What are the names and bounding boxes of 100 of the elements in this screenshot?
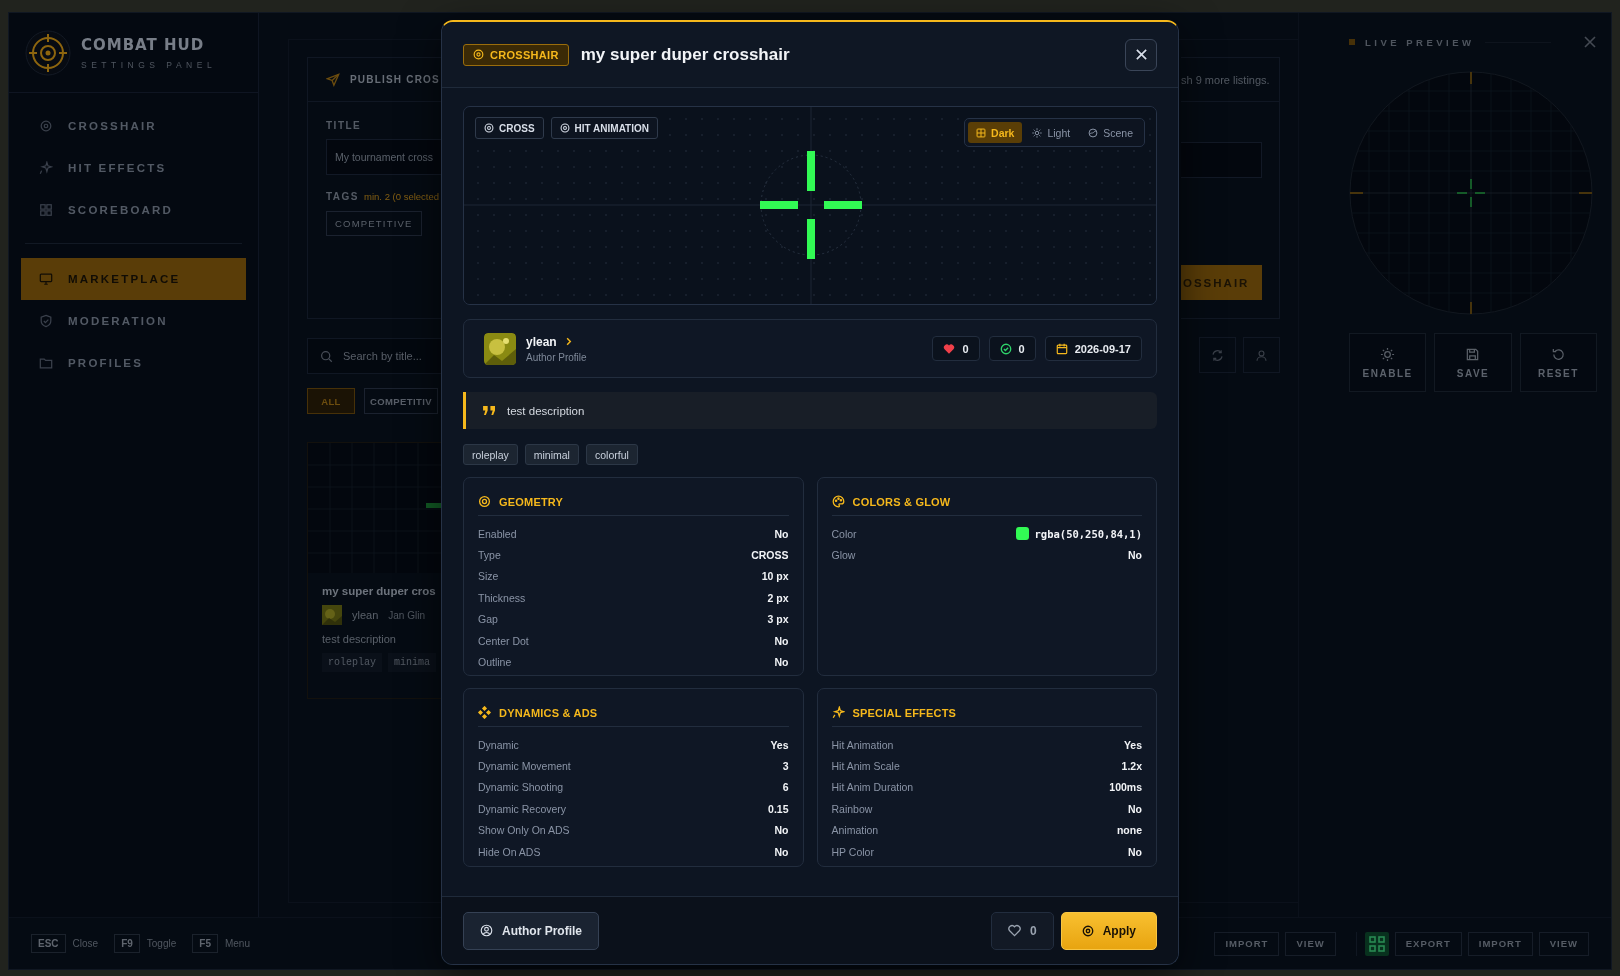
background-toggle[interactable]: Light bbox=[1024, 122, 1079, 143]
tag: minimal bbox=[524, 444, 579, 465]
setting-label: Hit Anim Scale bbox=[831, 760, 900, 773]
setting-label: Type bbox=[478, 549, 501, 562]
setting-label: Thickness bbox=[478, 591, 526, 604]
monitor-icon bbox=[39, 272, 53, 286]
like-button[interactable]: 0 bbox=[990, 911, 1054, 950]
brand-title: COMBAT HUD bbox=[81, 35, 206, 54]
setting-value: No bbox=[774, 527, 789, 540]
nav-item[interactable]: MARKETPLACE bbox=[21, 258, 246, 300]
grid-icon[interactable] bbox=[1364, 931, 1389, 956]
panel-button[interactable]: RESET bbox=[1519, 333, 1597, 392]
type-chip: CROSS bbox=[475, 117, 544, 139]
tag: colorful bbox=[585, 444, 638, 465]
category-badge: CROSSHAIR bbox=[463, 43, 569, 66]
input-field[interactable] bbox=[1181, 142, 1262, 178]
quote-icon bbox=[482, 405, 497, 416]
nav-item[interactable]: HIT EFFECTS bbox=[21, 147, 246, 189]
crosshair-icon bbox=[559, 123, 570, 133]
tag: roleplay bbox=[463, 444, 518, 465]
setting-label: Enabled bbox=[478, 527, 517, 540]
panel-button[interactable]: ENABLE bbox=[1349, 333, 1427, 392]
section-title: SPECIAL EFFECTS bbox=[852, 706, 957, 719]
listing-title: my super duper cros bbox=[322, 585, 437, 597]
shortcut-label: Close bbox=[72, 938, 99, 949]
listing-description: test description bbox=[322, 633, 397, 645]
setting-value: 3 px bbox=[767, 613, 789, 626]
publish-button[interactable]: OSSHAIR bbox=[1181, 265, 1262, 300]
type-chip: HIT ANIMATION bbox=[550, 117, 658, 139]
setting-value: No bbox=[1128, 845, 1142, 858]
toolbar-button[interactable]: EXPORT bbox=[1394, 931, 1462, 956]
setting-label: HP Color bbox=[831, 845, 874, 858]
toolbar-button[interactable]: VIEW bbox=[1538, 931, 1589, 956]
brand-subtitle: SETTINGS PANEL bbox=[81, 59, 217, 70]
setting-label: Size bbox=[478, 570, 499, 583]
sun-icon bbox=[1032, 127, 1043, 138]
sun-icon bbox=[1380, 346, 1396, 362]
grid-icon bbox=[39, 203, 53, 217]
toolbar-button[interactable]: IMPORT bbox=[1214, 931, 1280, 956]
apply-button[interactable]: Apply bbox=[1060, 911, 1157, 950]
description: test description bbox=[507, 404, 585, 417]
setting-label: Hit Animation bbox=[831, 738, 894, 751]
field-label: TITLE bbox=[326, 120, 363, 131]
key-badge: ESC bbox=[31, 934, 66, 953]
panel-title: LIVE PREVIEW bbox=[1365, 36, 1475, 48]
filter-chip[interactable]: COMPETITIV bbox=[364, 388, 439, 414]
panel-button[interactable]: SAVE bbox=[1434, 333, 1512, 392]
crosshair-icon bbox=[484, 123, 494, 133]
crosshair-icon bbox=[1081, 924, 1094, 937]
background-toggle[interactable]: Scene bbox=[1080, 122, 1141, 143]
tag: minima bbox=[388, 653, 437, 672]
setting-value: 1.2x bbox=[1121, 760, 1142, 773]
setting-value: CROSS bbox=[751, 549, 789, 562]
author-name: ylean bbox=[352, 609, 379, 621]
author-link[interactable]: ylean bbox=[526, 334, 587, 349]
background-toggle[interactable]: Dark bbox=[968, 122, 1023, 143]
setting-value: No bbox=[774, 824, 789, 837]
setting-label: Glow bbox=[831, 549, 856, 562]
title-field[interactable]: My tournament cross bbox=[326, 139, 444, 175]
close-icon[interactable] bbox=[1583, 35, 1597, 49]
listing-date: Jan Glin bbox=[388, 609, 425, 621]
listing-card[interactable]: my super duper cros ylean Jan Glin test description roleplay minima bbox=[307, 442, 443, 699]
author-profile-button[interactable]: Author Profile bbox=[463, 911, 599, 950]
toolbar-button[interactable]: IMPORT bbox=[1467, 931, 1533, 956]
date-stat: 2026-09-17 bbox=[1044, 336, 1142, 361]
shield-icon bbox=[39, 314, 53, 328]
setting-label: Center Dot bbox=[478, 634, 529, 647]
nav-item[interactable]: MODERATION bbox=[21, 300, 246, 342]
setting-value: none bbox=[1116, 824, 1142, 837]
shortcut-label: Menu bbox=[224, 938, 250, 949]
setting-label: Color bbox=[831, 527, 857, 540]
close-button[interactable] bbox=[1125, 38, 1157, 71]
send-icon bbox=[326, 72, 340, 87]
setting-label: Dynamic bbox=[478, 738, 519, 751]
likes-stat: 0 bbox=[932, 336, 980, 361]
user-icon bbox=[1255, 348, 1268, 362]
section-title: DYNAMICS & ADS bbox=[499, 706, 598, 719]
reset-icon bbox=[1550, 346, 1566, 362]
crosshair-icon bbox=[473, 49, 484, 60]
setting-value: Yes bbox=[1123, 738, 1142, 751]
sparkle-icon bbox=[39, 161, 53, 175]
setting-value: 10 px bbox=[761, 570, 789, 583]
nav-item[interactable]: PROFILES bbox=[21, 342, 246, 384]
key-badge: F9 bbox=[114, 934, 140, 953]
section-title: COLORS & GLOW bbox=[852, 495, 951, 508]
tag-chip[interactable]: COMPETITIVE bbox=[326, 211, 422, 236]
nav-item[interactable]: CROSSHAIR bbox=[21, 105, 246, 147]
refresh-button[interactable] bbox=[1199, 337, 1236, 373]
profile-button[interactable] bbox=[1243, 337, 1280, 373]
check-icon bbox=[999, 342, 1012, 355]
author-caption: Author Profile bbox=[526, 351, 587, 363]
setting-label: Outline bbox=[478, 656, 512, 669]
setting-label: Hit Anim Duration bbox=[831, 781, 914, 794]
nav-item[interactable]: SCOREBOARD bbox=[21, 189, 246, 231]
toolbar-button[interactable]: VIEW bbox=[1285, 931, 1336, 956]
filter-chip[interactable]: ALL bbox=[307, 388, 355, 414]
globe-icon bbox=[1088, 127, 1099, 138]
logo-icon bbox=[25, 29, 71, 76]
heart-icon bbox=[943, 342, 956, 355]
setting-value: No bbox=[1128, 549, 1142, 562]
